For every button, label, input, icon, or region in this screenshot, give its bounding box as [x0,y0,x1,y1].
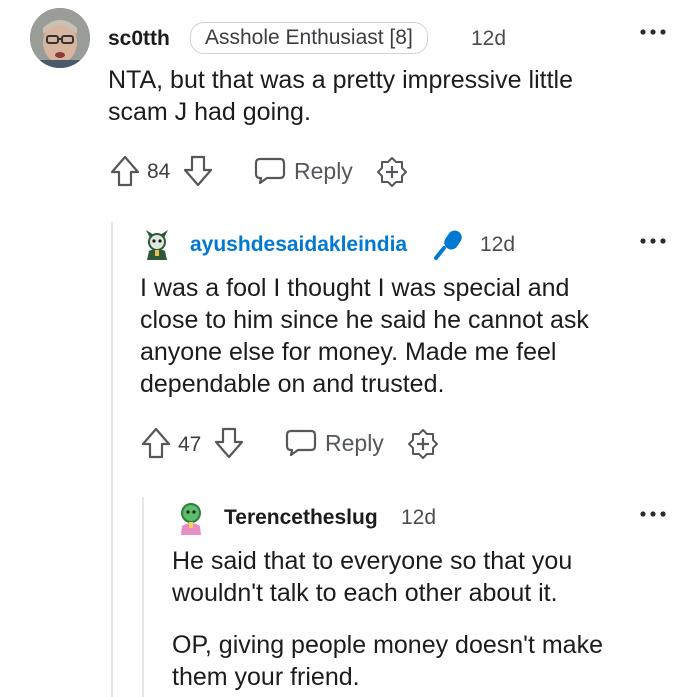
award-button[interactable] [407,428,439,465]
more-options-icon[interactable] [640,507,666,525]
downvote-icon[interactable] [214,427,244,464]
comment-body-line: scam J had going. [108,98,311,126]
avatar[interactable] [173,500,209,541]
thread-line[interactable] [111,222,113,697]
vote-count: 84 [147,160,171,183]
comment-body: NTA, but that was a pretty impressive li… [108,64,573,128]
award-icon [408,429,438,459]
comment-body-line: them your friend. [172,663,360,691]
user-flair: Asshole Enthusiast [8] [190,22,428,54]
comment-age: 12d [480,233,516,256]
comment-username[interactable]: Terencetheslug [224,506,378,530]
comment-age: 12d [401,506,437,529]
upvote-icon[interactable] [141,427,171,464]
comment-body-line: close to him since he said he cannot ask [140,306,589,334]
avatar[interactable] [140,227,174,266]
avatar[interactable] [30,8,90,68]
more-options-icon[interactable] [640,234,666,252]
comment-body: He said that to everyone so that you wou… [172,545,603,693]
comment-bubble-icon [285,429,317,457]
comment-body: I was a fool I thought I was special and… [140,272,589,400]
microphone-icon [432,228,466,267]
reply-label: Reply [325,430,384,456]
upvote-icon[interactable] [110,155,140,192]
comment-age: 12d [471,27,507,50]
comment-body-line: I was a fool I thought I was special and [140,274,570,302]
comment-username[interactable]: sc0tth [108,27,170,51]
comment-body-line: dependable on and trusted. [140,370,445,398]
reply-label: Reply [294,158,353,184]
award-button[interactable] [376,156,408,193]
downvote-icon[interactable] [183,155,213,192]
comment-body-line: wouldn't talk to each other about it. [172,579,558,607]
comment-bubble-icon [254,157,286,185]
comment-body-line: OP, giving people money doesn't make [172,631,603,659]
vote-count: 47 [178,433,202,456]
comment-username[interactable]: ayushdesaidakleindia [190,233,407,257]
more-options-icon[interactable] [640,25,666,43]
thread-line[interactable] [142,497,144,697]
comment-body-line: He said that to everyone so that you [172,547,573,575]
comment-body-line: anyone else for money. Made me feel [140,338,557,366]
comment-body-line: NTA, but that was a pretty impressive li… [108,66,573,94]
award-icon [377,157,407,187]
